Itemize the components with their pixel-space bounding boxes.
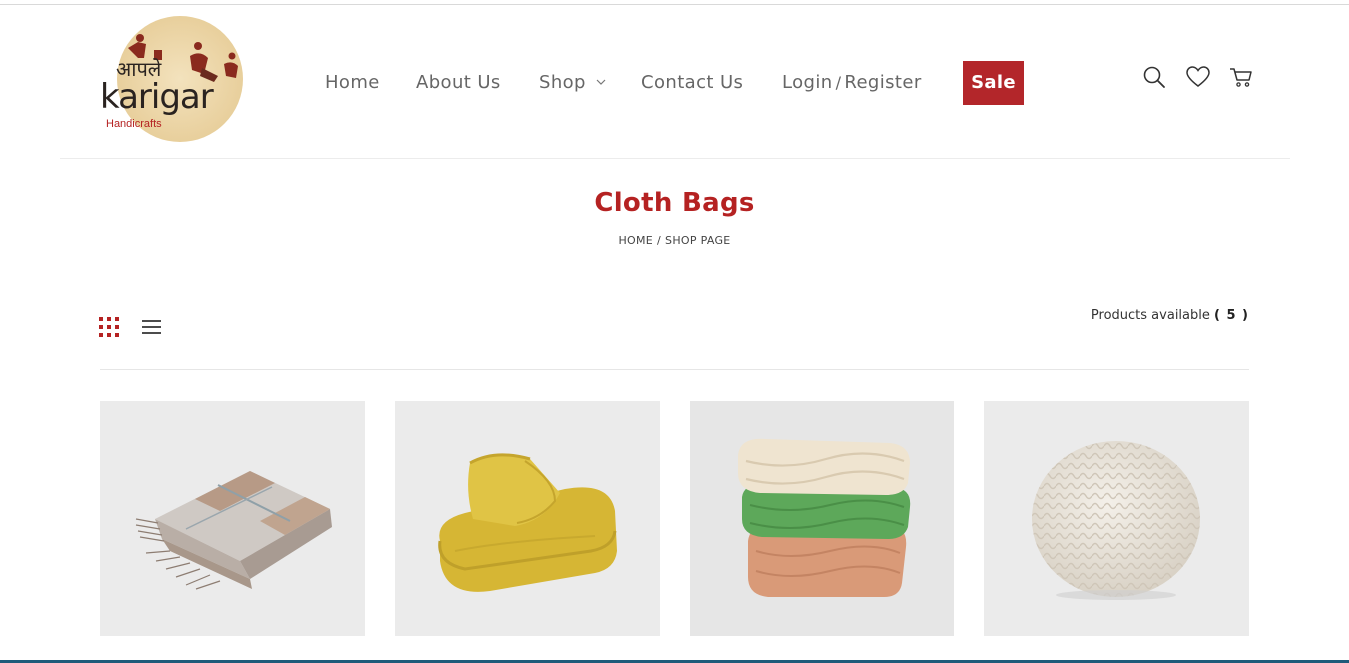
product-card[interactable] [100,401,365,636]
logo-name-text: karigar [100,77,214,117]
nav-home[interactable]: Home [325,60,380,105]
products-count-value: ( 5 ) [1214,308,1249,323]
product-card[interactable] [395,401,660,636]
product-card[interactable] [690,401,954,636]
products-count: Products available ( 5 ) [1091,308,1249,323]
register-link[interactable]: Register [844,72,921,93]
nav-contact-us[interactable]: Contact Us [641,60,743,105]
breadcrumb: HOME / SHOP PAGE [0,234,1349,247]
breadcrumb-home[interactable]: HOME [618,234,653,247]
plaid-blanket-image [135,471,332,590]
list-view-icon[interactable] [141,318,163,336]
nav-shop[interactable]: Shop [539,60,606,105]
toolbar-divider [100,369,1249,370]
login-register-separator: / [835,73,842,92]
breadcrumb-separator: / [657,234,662,247]
nav-about-us[interactable]: About Us [416,60,501,105]
header-divider [60,158,1290,159]
logo-image: आपले karigar Handicrafts [100,16,243,142]
breadcrumb-current: SHOP PAGE [665,234,731,247]
cart-icon[interactable] [1228,64,1254,90]
products-count-label: Products available [1090,308,1210,323]
nav-shop-label: Shop [539,72,586,93]
nav-login-register: Login / Register [782,60,922,105]
chevron-down-icon [596,79,606,85]
logo[interactable]: आपले karigar Handicrafts [98,16,253,144]
sale-button[interactable]: Sale [963,61,1024,105]
logo-tagline-text: Handicrafts [106,118,162,130]
yellow-blanket-image [438,453,617,592]
nav-about-label: About Us [416,72,501,93]
nav-contact-label: Contact Us [641,72,744,93]
knit-blankets-stack-image [738,438,911,597]
nav-home-label: Home [325,72,380,93]
product-card[interactable] [984,401,1249,636]
login-link[interactable]: Login [782,72,833,93]
search-icon[interactable] [1141,64,1167,90]
heart-icon[interactable] [1185,64,1211,90]
top-border [0,4,1349,5]
grid-view-icon[interactable] [99,317,121,337]
page-title: Cloth Bags [594,188,755,218]
knitted-pouf-image [1032,441,1200,600]
